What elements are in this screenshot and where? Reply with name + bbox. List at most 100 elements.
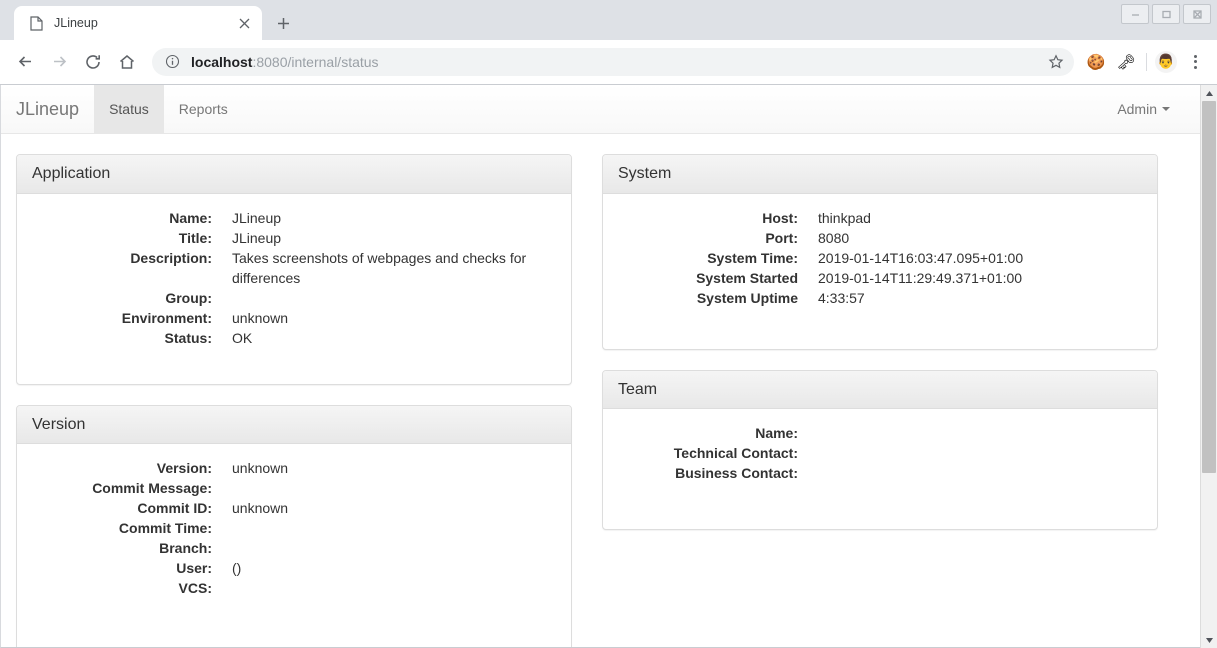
new-tab-button[interactable] [266, 8, 300, 38]
home-icon[interactable] [112, 47, 142, 77]
panel-body: Version: unknown Commit Message: Commit … [17, 444, 571, 647]
tab-strip: JLineup [0, 0, 1217, 40]
forward-icon[interactable] [44, 47, 74, 77]
field-value [232, 519, 556, 539]
scroll-up-icon[interactable] [1201, 85, 1217, 101]
toolbar-divider [1146, 52, 1147, 71]
field-value [232, 539, 556, 559]
field-label: Title: [178, 229, 212, 246]
field-value [232, 479, 556, 499]
scroll-down-icon[interactable] [1201, 632, 1217, 648]
app-nav-items: Status Reports [94, 85, 243, 133]
field-value: thinkpad [818, 209, 871, 226]
field-label: Commit Message: [92, 480, 212, 497]
field-label: System Started [696, 269, 798, 286]
nav-link-reports[interactable]: Reports [164, 85, 243, 133]
panel-body: Name: Technical Contact: Business Contac… [603, 409, 1157, 529]
field-label: Host: [762, 209, 798, 226]
app-navbar: JLineup Status Reports Admin [1, 85, 1200, 134]
definition-list: Name: JLineup Title: JLineup Description… [32, 209, 556, 349]
window-controls [1121, 4, 1211, 24]
field-value [818, 444, 1142, 464]
panel-system: System Host: thinkpad Port: 8080 System … [602, 154, 1158, 350]
panel-body: Host: thinkpad Port: 8080 System Time: 2… [603, 194, 1157, 349]
field-label: Technical Contact: [673, 445, 798, 462]
panel-title: Team [618, 380, 658, 398]
page-content: JLineup Status Reports Admin Application… [0, 85, 1200, 648]
right-column: System Host: thinkpad Port: 8080 System … [602, 154, 1158, 550]
browser-viewport: JLineup Status Reports Admin Application… [0, 84, 1217, 648]
browser-tab[interactable]: JLineup [14, 6, 262, 40]
vertical-scrollbar[interactable] [1200, 85, 1217, 648]
panel-title: Application [32, 165, 111, 182]
field-value: Takes screenshots of webpages and checks… [232, 249, 527, 286]
scrollbar-track[interactable] [1201, 101, 1217, 632]
field-value [232, 289, 556, 309]
panel-version: Version Version: unknown Commit Message:… [16, 404, 572, 647]
field-label: Commit Time: [118, 520, 212, 537]
tab-title: JLineup [54, 16, 98, 30]
panel-heading: Team [603, 370, 1157, 410]
field-label: System Time: [707, 249, 798, 266]
field-label: VCS: [178, 580, 212, 597]
field-label: Name: [755, 425, 798, 442]
page-icon [28, 15, 44, 31]
address-bar[interactable]: localhost:8080/internal/status [152, 47, 1074, 76]
left-column: Application Name: JLineup Title: JLineup… [16, 154, 572, 647]
caret-down-icon [1162, 107, 1170, 111]
nav-link-status[interactable]: Status [94, 85, 164, 133]
field-label: Branch: [159, 540, 212, 557]
field-value: () [232, 560, 242, 577]
back-icon[interactable] [10, 47, 40, 77]
field-label: Port: [765, 229, 798, 246]
field-value: JLineup [232, 209, 282, 226]
url-host: localhost [191, 53, 253, 70]
bookmark-star-icon[interactable] [1044, 50, 1068, 74]
minimize-icon[interactable] [1121, 4, 1149, 24]
avatar[interactable]: 👨 [1155, 50, 1177, 73]
field-value [818, 424, 1142, 444]
definition-list: Host: thinkpad Port: 8080 System Time: 2… [618, 209, 1142, 309]
browser-toolbar: localhost:8080/internal/status 🍪 🗝 👨 [0, 40, 1217, 84]
app-navbar-right: Admin [1117, 85, 1200, 133]
field-value: 2019-01-14T16:03:47.095+01:00 [818, 249, 1024, 266]
field-value [818, 464, 1142, 484]
field-value: unknown [232, 309, 289, 326]
field-value: unknown [232, 500, 289, 517]
panel-heading: Application [17, 155, 571, 194]
field-label: Name: [169, 209, 212, 226]
field-label: Environment: [121, 309, 212, 326]
field-label: User: [176, 560, 212, 577]
chrome-menu-icon[interactable] [1181, 48, 1209, 76]
field-value: 4:33:57 [818, 289, 865, 306]
panel-body: Name: JLineup Title: JLineup Description… [17, 194, 571, 384]
panel-heading: Version [17, 405, 571, 445]
field-value: JLineup [232, 229, 282, 246]
status-container: Application Name: JLineup Title: JLineup… [1, 134, 1200, 647]
field-value: OK [232, 329, 253, 346]
scrollbar-thumb[interactable] [1202, 101, 1216, 473]
url-text: localhost:8080/internal/status [191, 54, 1044, 70]
field-label: Commit ID: [137, 500, 212, 517]
panel-row: Application Name: JLineup Title: JLineup… [16, 154, 1185, 647]
field-value: 2019-01-14T11:29:49.371+01:00 [818, 269, 1023, 286]
close-icon[interactable] [234, 13, 254, 33]
app-brand[interactable]: JLineup [1, 85, 94, 133]
cookie-extension-icon[interactable]: 🍪 [1082, 48, 1110, 76]
field-label: Group: [165, 289, 212, 306]
maximize-icon[interactable] [1152, 4, 1180, 24]
key-extension-icon[interactable]: 🗝 [1112, 48, 1140, 76]
definition-list: Version: unknown Commit Message: Commit … [32, 459, 556, 599]
close-icon[interactable] [1183, 4, 1211, 24]
admin-dropdown[interactable]: Admin [1117, 101, 1170, 117]
panel-team: Team Name: Technical Contact: Business C… [602, 369, 1158, 531]
reload-icon[interactable] [78, 47, 108, 77]
url-path: :8080/internal/status [252, 53, 379, 70]
field-label: Description: [130, 249, 212, 266]
site-info-icon[interactable] [164, 54, 180, 70]
panel-application: Application Name: JLineup Title: JLineup… [16, 154, 572, 385]
field-label: Version: [156, 460, 212, 477]
definition-list: Name: Technical Contact: Business Contac… [618, 424, 1142, 484]
field-value: 8080 [818, 229, 850, 246]
field-label: Business Contact: [675, 465, 798, 482]
